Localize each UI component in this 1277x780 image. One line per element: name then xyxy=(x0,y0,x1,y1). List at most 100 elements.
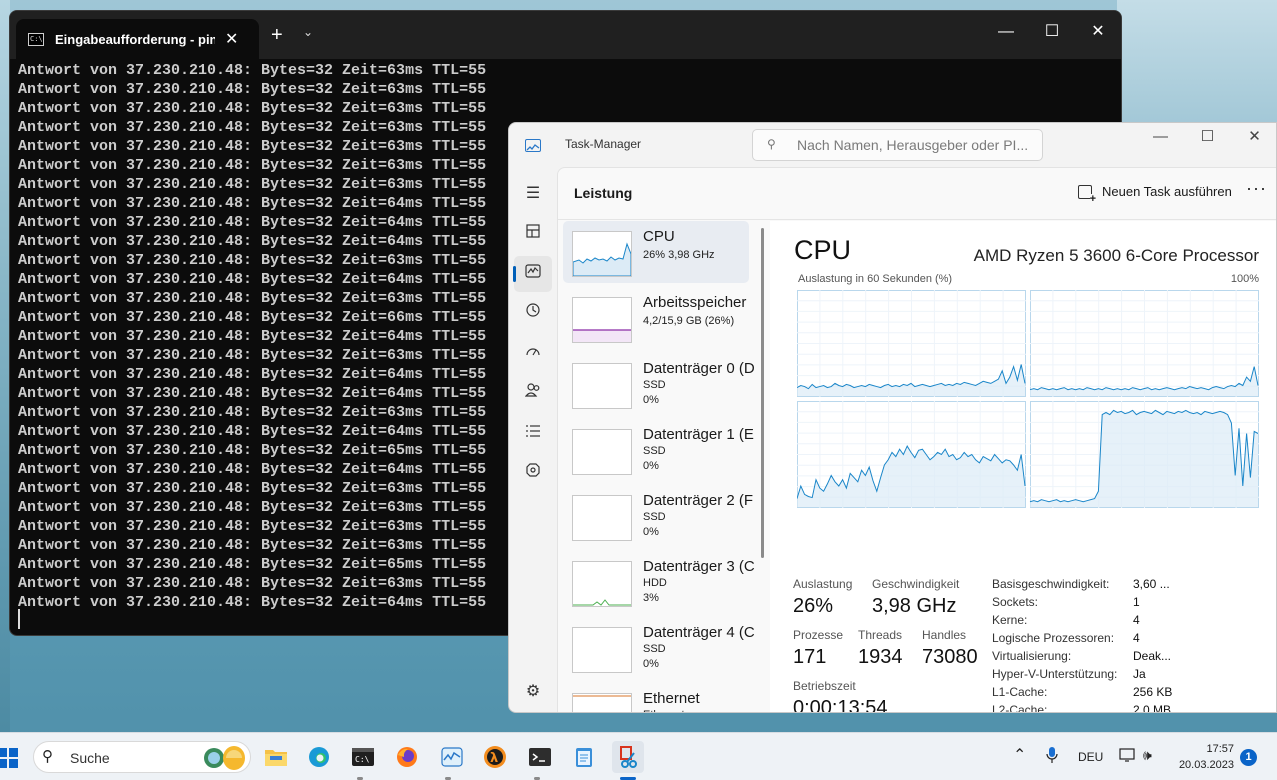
device-item-0[interactable]: CPU 26% 3,98 GHz xyxy=(563,221,749,283)
device-item-6[interactable]: Datenträger 4 (C SSD 0% xyxy=(563,617,755,679)
startup-icon[interactable] xyxy=(514,336,552,372)
task-manager-taskbar-icon[interactable] xyxy=(436,741,468,773)
services-icon[interactable] xyxy=(514,456,552,492)
tm-titlebar[interactable]: Task-Manager ⚲ — ☐ ✕ xyxy=(509,123,1276,167)
edge-icon[interactable] xyxy=(303,741,335,773)
search-input[interactable] xyxy=(797,137,1037,153)
stat-label-threads: Threads xyxy=(858,628,903,642)
tm-window-controls: — ☐ ✕ xyxy=(1137,123,1276,153)
chevron-up-icon[interactable]: ⌃ xyxy=(1013,745,1026,765)
menu-icon[interactable]: ☰ xyxy=(514,176,552,212)
close-icon[interactable]: ✕ xyxy=(1075,11,1121,53)
notification-badge[interactable]: 1 xyxy=(1240,749,1257,766)
new-tab-button[interactable]: + xyxy=(271,25,283,45)
device-item-3[interactable]: Datenträger 1 (E SSD 0% xyxy=(563,419,754,481)
performance-icon[interactable] xyxy=(513,256,552,292)
snipping-tool-icon[interactable] xyxy=(612,741,644,773)
taskbar-search-label: Suche xyxy=(70,750,110,766)
clock-date: 20.03.2023 xyxy=(1178,759,1234,771)
device-thumbnail xyxy=(572,561,632,607)
device-name: Datenträger 4 (C xyxy=(643,624,755,641)
microphone-icon[interactable] xyxy=(1046,746,1058,767)
notepad-icon[interactable] xyxy=(568,741,600,773)
device-usage: 0% xyxy=(643,526,659,538)
task-manager-window[interactable]: Task-Manager ⚲ — ☐ ✕ ☰ xyxy=(508,122,1277,713)
firefox-icon[interactable] xyxy=(391,741,423,773)
start-button[interactable] xyxy=(0,748,18,768)
language-indicator[interactable]: DEU xyxy=(1078,750,1103,764)
maximize-icon[interactable]: ☐ xyxy=(1029,11,1075,53)
cmd-output-line: Antwort von 37.230.210.48: Bytes=32 Zeit… xyxy=(18,290,487,307)
cmd-output-line: Antwort von 37.230.210.48: Bytes=32 Zeit… xyxy=(18,442,487,459)
minimize-icon[interactable]: — xyxy=(1137,123,1184,153)
device-thumbnail xyxy=(572,429,632,475)
device-usage: 3% xyxy=(643,592,659,604)
device-thumbnail xyxy=(572,297,632,343)
close-tab-icon[interactable]: ✕ xyxy=(225,29,238,49)
history-icon[interactable] xyxy=(514,296,552,332)
device-usage: 0% xyxy=(643,658,659,670)
half-life-icon[interactable]: λ xyxy=(479,741,511,773)
windows-terminal-icon[interactable] xyxy=(524,741,556,773)
terminal-app-icon[interactable]: C:\ xyxy=(347,741,379,773)
minimize-icon[interactable]: — xyxy=(983,11,1029,53)
cmd-output-line: Antwort von 37.230.210.48: Bytes=32 Zeit… xyxy=(18,233,487,250)
stat-threads: 1934 xyxy=(858,646,903,668)
device-subtitle: SSD xyxy=(643,379,666,391)
file-explorer-icon[interactable] xyxy=(260,741,292,773)
spec-label: Hyper-V-Unterstützung: xyxy=(992,667,1118,681)
run-new-task-label: Neuen Task ausführen xyxy=(1102,184,1232,199)
stat-label-handles: Handles xyxy=(922,628,967,642)
details-icon[interactable] xyxy=(514,416,552,452)
new-task-icon xyxy=(1078,184,1096,204)
device-thumbnail xyxy=(572,363,632,409)
device-subtitle: HDD xyxy=(643,577,667,589)
cmd-titlebar[interactable]: C:\ Eingabeaufforderung - ping ✕ + ⌄ — ☐… xyxy=(10,11,1121,59)
cmd-tab[interactable]: C:\ Eingabeaufforderung - ping ✕ xyxy=(16,19,259,59)
core-graph-2 xyxy=(797,401,1026,508)
task-manager-app-icon xyxy=(525,139,541,152)
device-item-5[interactable]: Datenträger 3 (C HDD 3% xyxy=(563,551,755,613)
device-subtitle: 26% 3,98 GHz xyxy=(643,249,715,261)
processes-icon[interactable] xyxy=(514,216,552,252)
search-box[interactable]: ⚲ xyxy=(752,129,1043,161)
device-item-7[interactable]: Ethernet Ethernet xyxy=(563,683,749,712)
device-name: Datenträger 1 (E xyxy=(643,426,754,443)
tm-nav-rail: ☰ ⚙ xyxy=(509,167,557,712)
network-icon[interactable] xyxy=(1119,747,1137,766)
device-item-2[interactable]: Datenträger 0 (D SSD 0% xyxy=(563,353,755,415)
users-icon[interactable] xyxy=(514,376,552,412)
tm-header: Leistung Neuen Task ausführen ··· xyxy=(558,168,1276,220)
cmd-output-line: Antwort von 37.230.210.48: Bytes=32 Zeit… xyxy=(18,499,487,516)
cmd-output-line: Antwort von 37.230.210.48: Bytes=32 Zeit… xyxy=(18,81,487,98)
device-thumbnail xyxy=(572,693,632,712)
volume-icon[interactable]: 🕪 xyxy=(1143,747,1152,764)
run-new-task-button[interactable]: Neuen Task ausführen xyxy=(1078,184,1232,204)
maximize-icon[interactable]: ☐ xyxy=(1184,123,1231,153)
cmd-output-line: Antwort von 37.230.210.48: Bytes=32 Zeit… xyxy=(18,119,487,136)
spec-value: Ja xyxy=(1133,667,1146,681)
taskbar-search[interactable]: ⚲ Suche xyxy=(33,741,251,773)
cpu-model: AMD Ryzen 5 3600 6-Core Processor xyxy=(973,246,1259,265)
device-thumbnail xyxy=(572,495,632,541)
cmd-output-line: Antwort von 37.230.210.48: Bytes=32 Zeit… xyxy=(18,252,487,269)
cmd-icon: C:\ xyxy=(28,32,44,46)
close-icon[interactable]: ✕ xyxy=(1231,123,1276,153)
device-subtitle: SSD xyxy=(643,445,666,457)
stat-label-geschwindigkeit: Geschwindigkeit xyxy=(872,577,960,591)
cmd-output-line: Antwort von 37.230.210.48: Bytes=32 Zeit… xyxy=(18,309,487,326)
spec-label: Kerne: xyxy=(992,613,1028,627)
chevron-down-icon[interactable]: ⌄ xyxy=(303,25,313,39)
stat-betriebszeit: 0:00:13:54 xyxy=(793,697,888,713)
more-options-button[interactable]: ··· xyxy=(1246,178,1267,199)
cmd-output-line: Antwort von 37.230.210.48: Bytes=32 Zeit… xyxy=(18,385,487,402)
clock[interactable]: 17:57 20.03.2023 xyxy=(1176,741,1234,773)
device-list-scrollbar[interactable] xyxy=(761,228,764,558)
device-item-1[interactable]: Arbeitsspeicher 4,2/15,9 GB (26%) xyxy=(563,287,749,349)
device-item-4[interactable]: Datenträger 2 (F SSD 0% xyxy=(563,485,753,547)
spec-value: 1 xyxy=(1133,595,1140,609)
settings-icon[interactable]: ⚙ xyxy=(514,674,552,710)
cmd-output-line: Antwort von 37.230.210.48: Bytes=32 Zeit… xyxy=(18,518,487,535)
cmd-output-line: Antwort von 37.230.210.48: Bytes=32 Zeit… xyxy=(18,556,487,573)
cmd-output[interactable]: Antwort von 37.230.210.48: Bytes=32 Zeit… xyxy=(18,61,486,612)
